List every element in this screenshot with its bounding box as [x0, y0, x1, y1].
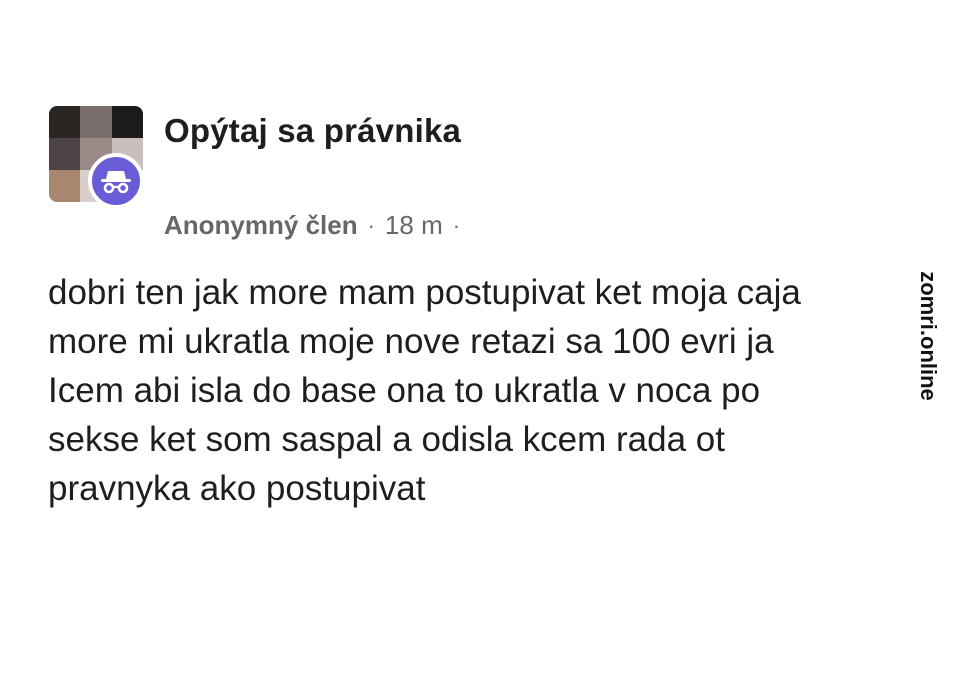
meta-separator: ·	[367, 212, 375, 238]
post-body: dobri ten jak more mam postupivat ket mo…	[48, 268, 898, 513]
post-body-line: more mi ukratla moje nove retazi sa 100 …	[48, 322, 774, 361]
post-body-line: pravnyka ako postupivat	[48, 469, 426, 508]
watermark: zomri.online	[914, 262, 942, 410]
post-meta: Anonymný člen · 18 m ·	[164, 210, 470, 241]
post-body-line: dobri ten jak more mam postupivat ket mo…	[48, 273, 801, 312]
group-name-link[interactable]: Opýtaj sa právnika	[164, 112, 461, 150]
incognito-icon	[88, 153, 144, 209]
post-timestamp[interactable]: 18 m	[385, 210, 443, 241]
post-body-line: sekse ket som saspal a odisla kcem rada …	[48, 420, 725, 459]
meta-separator-end: ·	[452, 212, 461, 238]
author-name[interactable]: Anonymný člen	[164, 210, 358, 241]
watermark-text: zomri.online	[916, 271, 941, 401]
post-body-line: Icem abi isla do base ona to ukratla v n…	[48, 371, 761, 410]
facebook-post: Opýtaj sa právnika Anonymný člen · 18 m …	[0, 0, 960, 675]
